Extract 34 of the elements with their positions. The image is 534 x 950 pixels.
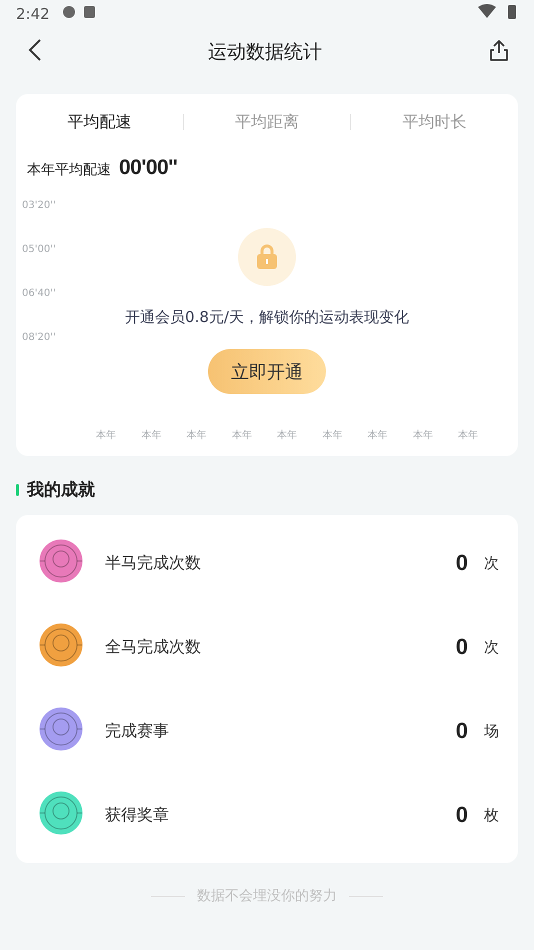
axis-label: 本年 <box>458 428 478 442</box>
axis-label: 本年 <box>412 428 433 442</box>
axis-label: 本年 <box>322 428 342 442</box>
axis-label: 本年 <box>232 428 252 442</box>
axis-label: 本年 <box>368 428 388 442</box>
axis-label: 08'20'' <box>22 332 56 343</box>
achievement-count: 0 <box>456 634 468 660</box>
summary-label: 本年平均配速 <box>27 161 111 179</box>
unlock-message: 开通会员0.8元/天，解锁你的运动表现变化 <box>125 308 409 327</box>
page-title: 运动数据统计 <box>208 40 322 65</box>
achievement-unit: 枚 <box>484 806 500 824</box>
achievement-unit: 场 <box>484 722 500 740</box>
status-time: 2:42 <box>16 5 50 23</box>
achievement-label: 全马完成次数 <box>105 636 202 658</box>
achievement-label: 半马完成次数 <box>105 552 202 574</box>
achievement-unit: 次 <box>484 554 500 572</box>
axis-label: 本年 <box>141 428 162 442</box>
summary-value: 00'00'' <box>119 156 178 180</box>
axis-label: 06'40'' <box>22 288 56 299</box>
achievement-label: 获得奖章 <box>105 804 170 826</box>
section-marker <box>16 484 19 496</box>
axis-label: 本年 <box>186 428 206 442</box>
activate-button[interactable]: 立即开通 <box>208 349 326 394</box>
axis-label: 05'00'' <box>22 244 56 255</box>
achievement-count: 0 <box>456 718 468 744</box>
achievement-count: 0 <box>456 550 468 576</box>
axis-label: 03'20'' <box>22 200 56 211</box>
section-title: 我的成就 <box>27 479 95 501</box>
achievement-unit: 次 <box>484 638 500 656</box>
tab[interactable]: 平均配速 <box>16 112 183 132</box>
achievement-count: 0 <box>456 802 468 828</box>
axis-label: 本年 <box>96 428 116 442</box>
axis-label: 本年 <box>277 428 297 442</box>
achievement-label: 完成赛事 <box>105 720 170 742</box>
